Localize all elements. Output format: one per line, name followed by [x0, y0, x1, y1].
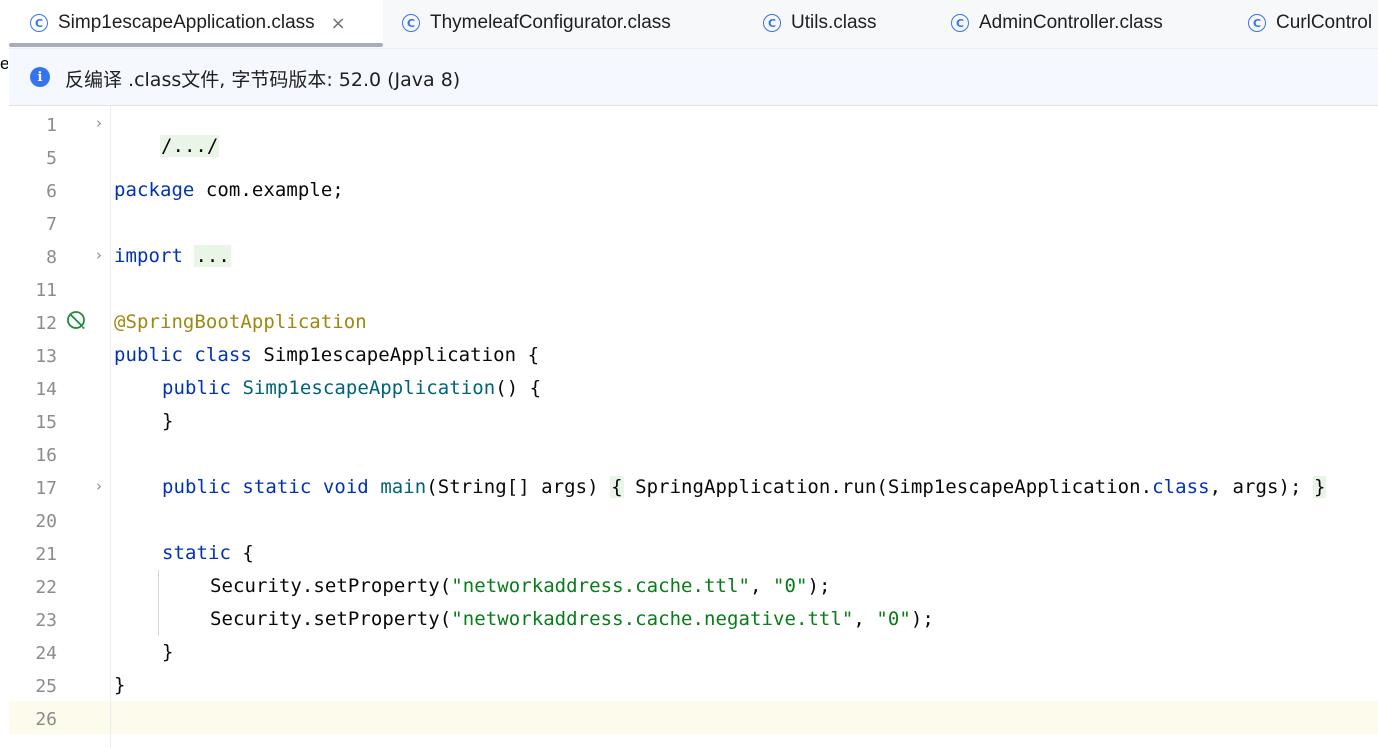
edge-glyph: e: [0, 54, 8, 73]
spring-bean-icon[interactable]: [66, 310, 86, 330]
fold-chevron-icon[interactable]: ›: [96, 114, 102, 132]
code-text: ,: [853, 608, 877, 630]
code-text: ,: [750, 575, 773, 597]
folded-brace-close[interactable]: }: [1312, 476, 1327, 498]
tab-curl-controller[interactable]: C CurlControl: [1248, 0, 1372, 46]
keyword: public: [162, 377, 231, 399]
code-line-15: }: [162, 410, 174, 432]
code-line-21: static {: [162, 542, 254, 564]
line-number: 15: [35, 412, 57, 433]
class-icon: C: [951, 14, 969, 32]
line-number: 21: [35, 544, 57, 565]
keyword: public static void: [162, 476, 369, 498]
code-line-12: @SpringBootApplication: [114, 311, 367, 333]
keyword: package: [114, 179, 195, 201]
info-icon: i: [30, 67, 50, 87]
code-line-1: /.../: [114, 113, 220, 179]
line-number: 1: [46, 115, 57, 136]
code-line-8: import ...: [114, 245, 231, 267]
banner-text: 反编译 .class文件, 字节码版本: 52.0 (Java 8): [65, 69, 461, 91]
class-icon: C: [1248, 14, 1266, 32]
line-number: 11: [35, 280, 57, 301]
code-line-14: public Simp1escapeApplication() {: [162, 377, 541, 399]
tab-label: Utils.class: [791, 12, 877, 33]
tab-label: CurlControl: [1276, 12, 1373, 33]
code-line-25: }: [114, 674, 126, 696]
line-number: 23: [35, 610, 57, 631]
line-number: 5: [46, 148, 57, 169]
line-number: 17: [35, 478, 57, 499]
line-number: 14: [35, 379, 57, 400]
code-text: , args);: [1209, 476, 1313, 498]
line-number: 22: [35, 577, 57, 598]
code-line-24: }: [162, 641, 174, 663]
line-number: 13: [35, 346, 57, 367]
tab-thymeleaf-configurator[interactable]: C ThymeleafConfigurator.class: [402, 0, 671, 46]
code-text: );: [807, 575, 831, 597]
tab-simp1escape-application[interactable]: C Simp1escapeApplication.class ×: [30, 0, 346, 46]
line-number: 8: [46, 247, 57, 268]
tab-admin-controller[interactable]: C AdminController.class: [951, 0, 1163, 46]
line-number: 7: [46, 214, 57, 235]
code-text: com.example;: [194, 179, 344, 201]
fold-chevron-icon[interactable]: ›: [96, 246, 102, 264]
tab-label: AdminController.class: [979, 12, 1163, 33]
code-text: SpringApplication.run(Simp1escapeApplica…: [623, 476, 1153, 498]
tab-utils[interactable]: C Utils.class: [763, 0, 877, 46]
active-tab-indicator: [9, 43, 383, 47]
folded-imports[interactable]: ...: [194, 245, 231, 267]
string-literal: "0": [876, 608, 911, 630]
code-line-23: Security.setProperty("networkaddress.cac…: [210, 608, 934, 630]
code-text: );: [910, 608, 934, 630]
keyword: import: [114, 245, 183, 267]
constructor-name: Simp1escapeApplication: [242, 377, 496, 399]
tab-label: ThymeleafConfigurator.class: [430, 12, 671, 33]
folded-header-comment[interactable]: /.../: [159, 135, 220, 157]
code-line-17: public static void main(String[] args) {…: [162, 476, 1327, 498]
code-line-6: package com.example;: [114, 179, 344, 201]
string-literal: "0": [772, 575, 808, 597]
line-number: 24: [35, 643, 57, 664]
method-name: main: [380, 476, 427, 498]
code-text: Security.setProperty(: [210, 575, 452, 597]
tab-label: Simp1escapeApplication.class: [58, 12, 315, 33]
string-literal: "networkaddress.cache.ttl": [451, 575, 750, 597]
code-text: () {: [495, 377, 542, 399]
class-icon: C: [763, 14, 781, 32]
fold-chevron-icon[interactable]: ›: [96, 477, 102, 495]
keyword: static: [162, 542, 231, 564]
class-icon: C: [402, 14, 420, 32]
code-text: Simp1escapeApplication {: [251, 344, 540, 366]
code-text: {: [230, 542, 254, 564]
code-text: (String[] args): [426, 476, 611, 498]
line-number: 16: [35, 445, 57, 466]
line-number: 6: [46, 181, 57, 202]
line-number: 25: [35, 676, 57, 697]
line-number: 26: [35, 709, 57, 730]
line-number: 20: [35, 511, 57, 532]
keyword: class: [1152, 476, 1210, 498]
close-icon[interactable]: ×: [331, 13, 346, 34]
keyword: public class: [114, 344, 252, 366]
decompiler-info-banner: i 反编译 .class文件, 字节码版本: 52.0 (Java 8): [9, 49, 1378, 106]
code-line-22: Security.setProperty("networkaddress.cac…: [210, 575, 830, 597]
class-icon: C: [30, 14, 48, 32]
code-text: Security.setProperty(: [210, 608, 452, 630]
code-line-13: public class Simp1escapeApplication {: [114, 344, 539, 366]
string-literal: "networkaddress.cache.negative.ttl": [451, 608, 854, 630]
line-number: 12: [35, 313, 57, 334]
folded-brace-open[interactable]: {: [610, 476, 624, 498]
